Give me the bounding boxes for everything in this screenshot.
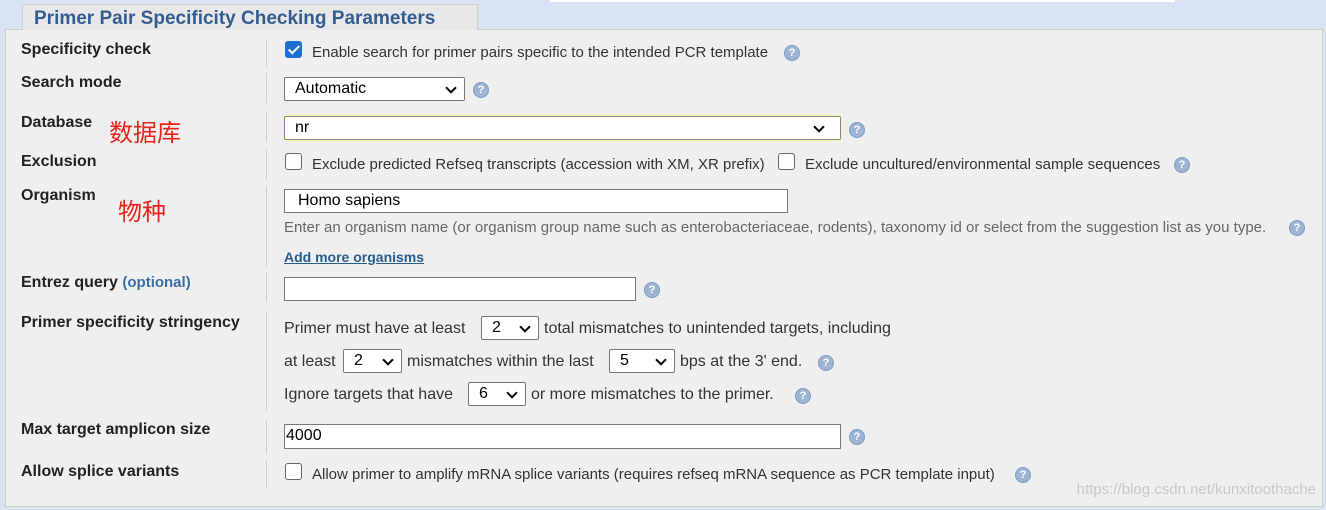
exclude-uncultured-checkbox[interactable]: [778, 153, 795, 170]
stringency-line1-start: Primer must have at least: [284, 320, 466, 337]
database-label: Database: [21, 114, 93, 131]
section-title: Primer Pair Specificity Checking Paramet…: [22, 4, 478, 30]
splice-variants-text: Allow primer to amplify mRNA splice vari…: [312, 466, 995, 483]
row-divider: [266, 420, 267, 454]
row-divider: [266, 186, 267, 266]
total-mismatches-select[interactable]: 2: [481, 316, 539, 340]
mismatches-within-value: 2: [354, 352, 363, 369]
row-divider: [266, 312, 267, 410]
specificity-check-label: Specificity check: [21, 41, 151, 58]
help-icon[interactable]: ?: [795, 388, 811, 404]
database-annotation: 数据库: [109, 119, 181, 147]
help-icon[interactable]: ?: [784, 45, 800, 61]
help-icon[interactable]: ?: [644, 282, 660, 298]
chevron-down-icon: [506, 387, 518, 399]
splice-variants-checkbox[interactable]: [285, 463, 302, 480]
search-mode-select[interactable]: Automatic: [284, 77, 465, 101]
chevron-down-icon: [382, 354, 394, 366]
search-mode-value: Automatic: [295, 80, 367, 97]
optional-tag: (optional): [122, 274, 191, 291]
row-divider: [266, 112, 267, 142]
exclude-refseq-text: Exclude predicted Refseq transcripts (ac…: [312, 156, 765, 173]
organism-label: Organism: [21, 187, 96, 204]
organism-input[interactable]: Homo sapiens: [284, 189, 788, 213]
watermark: https://blog.csdn.net/kunxitoothache: [1076, 481, 1316, 498]
organism-annotation: 物种: [118, 198, 166, 226]
database-select[interactable]: nr: [284, 116, 841, 140]
amplicon-size-input[interactable]: 4000: [284, 424, 841, 449]
ignore-mismatches-value: 6: [479, 385, 488, 402]
bps-value: 5: [620, 352, 629, 369]
chevron-down-icon: [445, 82, 457, 94]
help-icon[interactable]: ?: [473, 82, 489, 98]
top-strip: [550, 0, 1175, 2]
row-divider: [266, 73, 267, 103]
stringency-label: Primer specificity stringency: [21, 314, 240, 331]
entrez-query-label: Entrez query (optional): [21, 274, 191, 292]
database-value: nr: [295, 119, 310, 136]
chevron-down-icon: [813, 121, 825, 133]
chevron-down-icon: [519, 321, 531, 333]
splice-variants-label: Allow splice variants: [21, 463, 180, 480]
amplicon-size-label: Max target amplicon size: [21, 421, 211, 438]
help-icon[interactable]: ?: [1015, 467, 1031, 483]
entrez-query-input[interactable]: [284, 277, 636, 301]
bps-select[interactable]: 5: [609, 349, 675, 373]
exclusion-label: Exclusion: [21, 153, 97, 170]
organism-hint: Enter an organism name (or organism grou…: [284, 219, 1267, 236]
stringency-line1-end: total mismatches to unintended targets, …: [544, 320, 891, 337]
stringency-line2-start: at least: [284, 353, 336, 370]
help-icon[interactable]: ?: [1289, 220, 1305, 236]
stringency-line2-mid: mismatches within the last: [407, 353, 594, 370]
row-divider: [266, 39, 267, 67]
stringency-line3-start: Ignore targets that have: [284, 386, 453, 403]
enable-specificity-text: Enable search for primer pairs specific …: [312, 44, 769, 61]
help-icon[interactable]: ?: [849, 122, 865, 138]
stringency-line3-end: or more mismatches to the primer.: [531, 386, 774, 403]
total-mismatches-value: 2: [492, 319, 501, 336]
help-icon[interactable]: ?: [1174, 157, 1190, 173]
help-icon[interactable]: ?: [818, 355, 834, 371]
ignore-mismatches-select[interactable]: 6: [468, 382, 526, 406]
row-divider: [266, 150, 267, 180]
entrez-query-text: Entrez query: [21, 274, 118, 291]
enable-specificity-checkbox[interactable]: [285, 41, 302, 58]
add-more-organisms-link[interactable]: Add more organisms: [284, 249, 424, 265]
mismatches-within-select[interactable]: 2: [343, 349, 402, 373]
search-mode-label: Search mode: [21, 74, 122, 91]
exclude-uncultured-text: Exclude uncultured/environmental sample …: [805, 156, 1161, 173]
chevron-down-icon: [655, 354, 667, 366]
help-icon[interactable]: ?: [849, 429, 865, 445]
stringency-line2-end: bps at the 3' end.: [680, 353, 803, 370]
exclude-refseq-checkbox[interactable]: [285, 153, 302, 170]
row-divider: [266, 272, 267, 302]
row-divider: [266, 460, 267, 488]
